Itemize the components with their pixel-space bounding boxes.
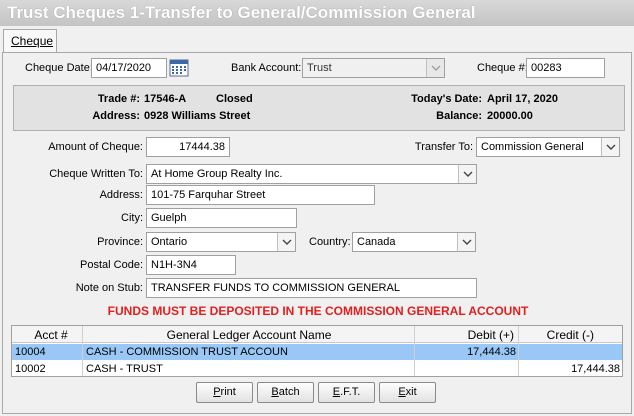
trade-info-box: Trade #: 17546-A Closed Address: 0928 Wi… (13, 85, 625, 131)
cheque-date-label: Cheque Date: (25, 62, 93, 74)
ledger-grid: Acct # General Ledger Account Name Debit… (11, 325, 623, 377)
cheque-panel: Cheque Date: 04/17/2020 Bank Account: Tr… (2, 52, 632, 414)
amount-label: Amount of Cheque: (48, 141, 143, 153)
chevron-down-icon[interactable] (458, 165, 476, 183)
transfer-to-value: Commission General (481, 141, 584, 153)
deposit-warning: FUNDS MUST BE DEPOSITED IN THE COMMISSIO… (107, 304, 529, 318)
transfer-to-select[interactable]: Commission General (476, 137, 620, 157)
grid-header: Acct # General Ledger Account Name Debit… (12, 326, 622, 343)
grid-header-name[interactable]: General Ledger Account Name (84, 328, 414, 342)
eft-button[interactable]: E.F.T. (318, 382, 375, 403)
city-label: City: (121, 212, 143, 224)
table-row[interactable]: 10002 CASH - TRUST 17,444.38 (12, 361, 622, 377)
row-credit: 17,444.38 (571, 363, 620, 375)
province-label: Province: (97, 236, 143, 248)
trade-address-value: 0928 Williams Street (144, 110, 251, 122)
print-button[interactable]: Print (196, 382, 253, 403)
grid-header-credit[interactable]: Credit (-) (520, 328, 620, 342)
chevron-down-icon[interactable] (277, 233, 295, 251)
country-value: Canada (357, 236, 396, 248)
stub-note-field[interactable]: TRANSFER FUNDS TO COMMISSION GENERAL (146, 278, 477, 298)
calendar-icon[interactable] (169, 58, 189, 77)
row-acct: 10002 (15, 363, 46, 375)
stub-note-label: Note on Stub: (75, 282, 143, 294)
postal-code-field[interactable]: N1H-3N4 (146, 255, 236, 275)
bank-account-select[interactable]: Trust (302, 58, 445, 78)
city-field[interactable]: Guelph (146, 208, 297, 228)
chevron-down-icon[interactable] (457, 233, 475, 251)
table-row[interactable]: 10004 CASH - COMMISSION TRUST ACCOUN 17,… (12, 344, 622, 360)
trade-number-value: 17546-A (144, 93, 187, 105)
payee-select[interactable]: At Home Group Realty Inc. (146, 164, 477, 184)
todays-date-label: Today's Date: (411, 93, 482, 105)
postal-code-label: Postal Code: (80, 259, 143, 271)
amount-field[interactable]: 17444.38 (146, 137, 230, 157)
province-select[interactable]: Ontario (146, 232, 296, 252)
exit-button[interactable]: Exit (379, 382, 436, 403)
trade-status: Closed (216, 93, 253, 105)
row-name: CASH - COMMISSION TRUST ACCOUN (86, 346, 288, 358)
grid-header-debit[interactable]: Debit (+) (416, 328, 518, 342)
row-debit: 17,444.38 (467, 346, 516, 358)
chevron-down-icon[interactable] (426, 59, 444, 77)
cheque-date-field[interactable]: 04/17/2020 (91, 58, 167, 78)
trade-address-label: Address: (92, 110, 140, 122)
balance-label: Balance: (436, 110, 482, 122)
row-acct: 10004 (15, 346, 46, 358)
chevron-down-icon[interactable] (601, 138, 619, 156)
grid-header-acct[interactable]: Acct # (20, 328, 82, 342)
country-select[interactable]: Canada (352, 232, 476, 252)
grid-divider (82, 326, 83, 376)
grid-divider (518, 326, 519, 376)
batch-button[interactable]: Batch (257, 382, 314, 403)
country-label: Country: (309, 236, 351, 248)
cheque-number-field[interactable]: 00283 (526, 58, 605, 78)
payee-value: At Home Group Realty Inc. (151, 168, 283, 180)
todays-date-value: April 17, 2020 (487, 93, 558, 105)
transfer-to-label: Transfer To: (414, 141, 473, 153)
tab-cheque[interactable]: Cheque (3, 29, 57, 52)
address-field[interactable]: 101-75 Farquhar Street (146, 185, 375, 205)
province-value: Ontario (151, 236, 188, 248)
window-title: Trust Cheques 1-Transfer to General/Comm… (0, 0, 634, 26)
bank-account-value: Trust (307, 62, 332, 74)
address-label: Address: (99, 189, 143, 201)
bank-account-label: Bank Account: (231, 62, 302, 74)
balance-value: 20000.00 (487, 110, 533, 122)
cheque-number-label: Cheque #: (477, 62, 528, 74)
trade-number-label: Trade #: (97, 93, 140, 105)
row-name: CASH - TRUST (86, 363, 163, 375)
payee-label: Cheque Written To: (49, 168, 143, 180)
grid-divider (414, 326, 415, 376)
